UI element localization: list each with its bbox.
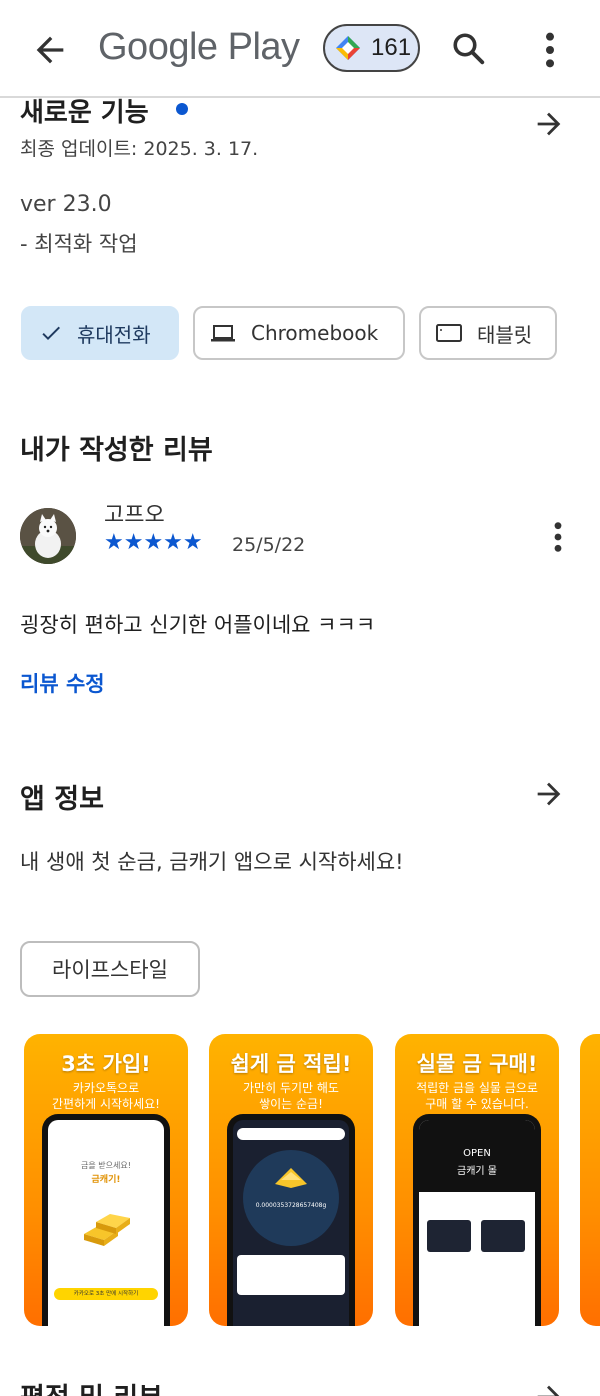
edit-review-link[interactable]: 리뷰 수정 (20, 668, 105, 698)
screenshot-1-inner-brand: 금캐기! (91, 1175, 121, 1185)
screenshot-3-open-text: OPEN (463, 1148, 491, 1159)
review-date: 25/5/22 (232, 534, 306, 556)
app-description: 내 생애 첫 순금, 금캐기 앱으로 시작하세요! (20, 850, 404, 874)
app-info-heading: 앱 정보 (20, 784, 104, 815)
ratings-heading: 평점 및 리뷰 (20, 1376, 163, 1396)
back-arrow-icon[interactable] (30, 30, 70, 70)
release-note-text: - 최적화 작업 (20, 232, 138, 256)
screenshot-1-phone-frame: 금을 받으세요! 금캐기! 카카오로 3초 만에 시작하기 (42, 1114, 170, 1326)
search-icon[interactable] (450, 30, 486, 66)
screenshot-2-phone-frame: 0.0000353728657408g (227, 1114, 355, 1326)
dog-avatar-image (20, 508, 76, 564)
whats-new-arrow-icon[interactable] (532, 107, 566, 141)
more-options-icon[interactable] (540, 30, 560, 70)
device-chip-chromebook-label: Chromebook (251, 321, 379, 345)
new-indicator-dot (176, 103, 188, 115)
screenshot-2[interactable]: 쉽게 금 적립! 가만히 두기만 해도 쌓이는 순금! 0.0000353728… (209, 1034, 373, 1326)
ratings-arrow-icon[interactable] (532, 1380, 566, 1396)
gold-bars-icon (84, 1214, 130, 1246)
screenshot-3-subtitle: 적립한 금을 실물 금으로 구매 할 수 있습니다. (416, 1081, 538, 1111)
category-chip[interactable]: 라이프스타일 (20, 941, 200, 997)
screenshot-3-phone-frame: OPEN 금캐기 몰 (413, 1114, 541, 1326)
review-text: 굉장히 편하고 신기한 어플이네요 ㅋㅋㅋ (20, 613, 376, 637)
review-more-icon[interactable] (548, 520, 568, 554)
screenshot-3[interactable]: 실물 금 구매! 적립한 금을 실물 금으로 구매 할 수 있습니다. OPEN… (395, 1034, 559, 1326)
review-author: 고프오 (104, 503, 165, 528)
version-text: ver 23.0 (20, 192, 112, 217)
device-chip-chromebook[interactable]: Chromebook (193, 306, 405, 360)
screenshot-1-title: 3초 가입! (61, 1052, 151, 1076)
screenshot-4-partial[interactable] (580, 1034, 600, 1326)
my-review-heading: 내가 작성한 리뷰 (20, 435, 213, 466)
top-app-bar: Google Play 161 (0, 0, 600, 98)
device-chip-phone-label: 휴대전화 (77, 322, 151, 347)
avatar (20, 508, 76, 564)
screenshot-1-inner-text: 금을 받으세요! (81, 1161, 131, 1170)
tablet-icon (436, 324, 462, 342)
kakao-start-button: 카카오로 3초 만에 시작하기 (54, 1288, 158, 1300)
device-chip-tablet-label: 태블릿 (477, 322, 533, 347)
screenshot-2-subtitle: 가만히 두기만 해도 쌓이는 순금! (243, 1081, 339, 1111)
check-icon (42, 326, 60, 340)
screenshot-1[interactable]: 3초 가입! 카카오톡으로 간편하게 시작하세요! 금을 받으세요! 금캐기! … (24, 1034, 188, 1326)
review-star-rating: ★★★★★ (104, 530, 203, 555)
device-chip-tablet[interactable]: 태블릿 (419, 306, 557, 360)
device-chip-phone[interactable]: 휴대전화 (21, 306, 179, 360)
screenshot-2-gold-amount: 0.0000353728657408g (255, 1202, 327, 1209)
last-updated-text: 최종 업데이트: 2025. 3. 17. (20, 138, 259, 160)
screenshot-3-title: 실물 금 구매! (416, 1052, 538, 1076)
laptop-icon (211, 325, 235, 342)
screenshot-3-mall-text: 금캐기 몰 (457, 1166, 497, 1177)
screenshot-1-subtitle: 카카오톡으로 간편하게 시작하세요! (52, 1081, 160, 1111)
screenshot-2-title: 쉽게 금 적립! (230, 1052, 352, 1076)
play-points-badge[interactable]: 161 (323, 24, 420, 72)
gold-pile-icon (275, 1168, 307, 1188)
app-info-arrow-icon[interactable] (532, 777, 566, 811)
play-points-icon (336, 36, 360, 60)
app-store-title: Google Play (98, 26, 300, 68)
play-points-count: 161 (371, 34, 412, 61)
